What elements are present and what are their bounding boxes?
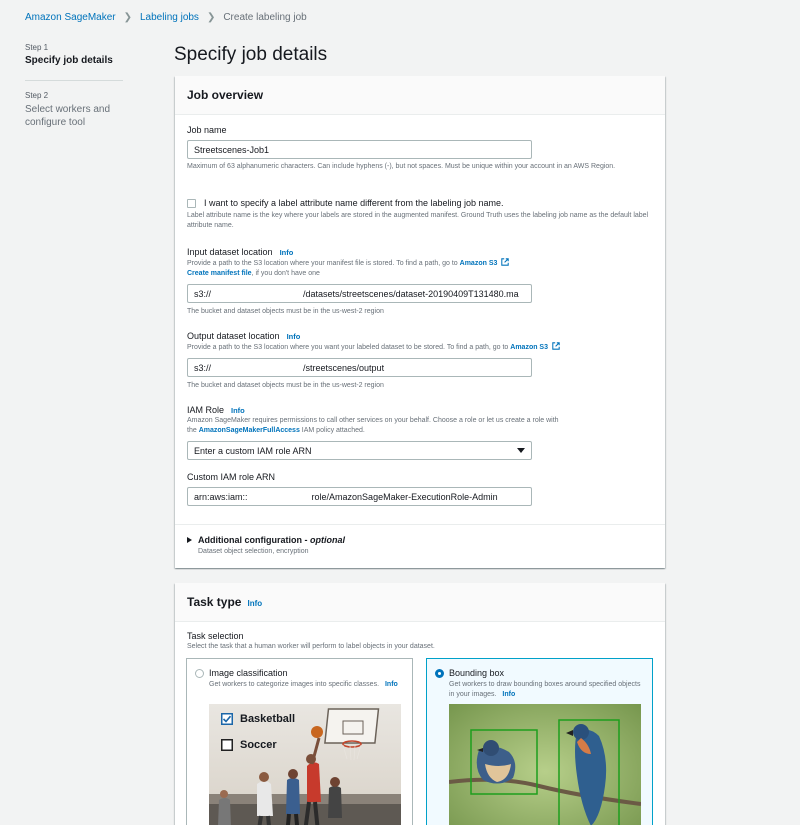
page-title: Specify job details	[174, 44, 328, 65]
input-dataset-prefix: s3://	[194, 288, 212, 299]
iam-role-select[interactable]: Enter a custom IAM role ARN	[187, 441, 532, 460]
task-type-title: Task type	[187, 595, 242, 609]
custom-iam-suffix: role/AmazonSageMaker-ExecutionRole-Admin	[311, 491, 498, 502]
custom-iam-label: Custom IAM role ARN	[187, 472, 276, 482]
external-link-icon[interactable]	[501, 258, 510, 266]
output-dataset-hint: The bucket and dataset objects must be i…	[187, 382, 384, 389]
input-dataset-desc: Provide a path to the S3 location where …	[187, 258, 649, 279]
input-dataset-input[interactable]: s3:// /datasets/streetscenes/dataset-201…	[187, 284, 532, 303]
output-dataset-label: Output dataset location	[187, 331, 280, 341]
input-dataset-label: Input dataset location	[187, 247, 273, 257]
chevron-right-icon: ❯	[206, 12, 216, 23]
sagemaker-full-access-link[interactable]: AmazonSageMakerFullAccess	[199, 427, 300, 434]
task-type-panel: Task type Info Task selection Select the…	[175, 583, 665, 825]
iam-role-desc-suffix: IAM policy attached.	[301, 427, 365, 434]
bounding-box-desc-text: Get workers to draw bounding boxes aroun…	[449, 681, 641, 698]
soccer-option: Soccer	[221, 739, 277, 751]
image-classification-desc: Get workers to categorize images into sp…	[209, 680, 404, 690]
iam-role-desc: Amazon SageMaker requires permissions to…	[187, 416, 649, 436]
image-classification-info-link[interactable]: Info	[385, 681, 398, 688]
task-selection-field: Task selection Select the task that a hu…	[187, 631, 649, 652]
label-attribute-hint: Label attribute name is the key where yo…	[187, 212, 649, 229]
output-dataset-input[interactable]: s3:// /streetscenes/output	[187, 358, 532, 377]
breadcrumb-current: Create labeling job	[223, 12, 307, 23]
output-dataset-field: Output dataset location Info Provide a p…	[187, 331, 649, 391]
custom-iam-input[interactable]: arn:aws:iam:: role/AmazonSageMaker-Execu…	[187, 487, 532, 506]
task-type-header: Task type Info	[175, 583, 665, 622]
output-dataset-info-link[interactable]: Info	[287, 332, 301, 341]
iam-role-label: IAM Role	[187, 405, 225, 415]
step-2-title[interactable]: Select workers and configure tool	[25, 103, 123, 129]
tile-image-classification[interactable]: Image classification Get workers to cate…	[186, 658, 413, 825]
basketball-option: Basketball	[221, 713, 295, 725]
bounding-box-info-link[interactable]: Info	[502, 691, 515, 698]
checked-checkbox-icon	[221, 713, 233, 725]
input-dataset-field: Input dataset location Info Provide a pa…	[187, 247, 649, 317]
caret-right-icon	[187, 537, 192, 543]
step-1-title: Specify job details	[25, 55, 113, 66]
bounding-box-title: Bounding box	[449, 668, 505, 678]
amazon-s3-link[interactable]: Amazon S3	[460, 260, 498, 267]
iam-role-info-link[interactable]: Info	[231, 406, 245, 415]
job-overview-title: Job overview	[187, 88, 264, 102]
basketball-illustration: Basketball Soccer	[209, 704, 401, 825]
job-name-label: Job name	[187, 125, 227, 135]
input-dataset-desc-text: Provide a path to the S3 location where …	[187, 260, 458, 267]
breadcrumb-labeling-jobs[interactable]: Labeling jobs	[140, 12, 199, 23]
output-dataset-prefix: s3://	[194, 362, 212, 373]
breadcrumb: Amazon SageMaker ❯ Labeling jobs ❯ Creat…	[25, 12, 307, 23]
soccer-label: Soccer	[240, 739, 277, 751]
panel-divider	[175, 524, 665, 525]
amazon-s3-link-output[interactable]: Amazon S3	[510, 344, 548, 351]
output-dataset-desc-text: Provide a path to the S3 location where …	[187, 344, 509, 351]
job-overview-panel: Job overview Job name Streetscenes-Job1 …	[175, 76, 665, 568]
iam-role-field: IAM Role Info Amazon SageMaker requires …	[187, 405, 649, 460]
input-dataset-suffix: /datasets/streetscenes/dataset-20190409T…	[303, 288, 519, 299]
iam-role-desc-text: Amazon SageMaker requires permissions to…	[187, 417, 559, 424]
job-overview-header: Job overview	[175, 76, 665, 115]
birds-illustration	[449, 704, 641, 825]
step-1-label: Step 1	[25, 43, 49, 52]
bounding-box-desc: Get workers to draw bounding boxes aroun…	[449, 680, 644, 699]
output-dataset-desc: Provide a path to the S3 location where …	[187, 342, 649, 353]
label-attribute-field: I want to specify a label attribute name…	[187, 198, 649, 231]
step-divider	[25, 80, 123, 81]
job-name-hint: Maximum of 63 alphanumeric characters. C…	[187, 163, 616, 170]
iam-role-desc-the: the	[187, 427, 197, 434]
image-classification-desc-text: Get workers to categorize images into sp…	[209, 681, 380, 688]
create-manifest-link[interactable]: Create manifest file	[187, 270, 252, 277]
additional-config-title: Additional configuration -	[198, 535, 308, 545]
custom-iam-prefix: arn:aws:iam::	[194, 491, 248, 502]
tile-bounding-box[interactable]: Bounding box Get workers to draw boundin…	[426, 658, 653, 825]
additional-config-desc: Dataset object selection, encryption	[198, 548, 309, 555]
job-name-field: Job name Streetscenes-Job1 Maximum of 63…	[187, 125, 649, 172]
additional-config-optional: optional	[310, 535, 346, 545]
input-dataset-info-link[interactable]: Info	[280, 248, 294, 257]
external-link-icon[interactable]	[552, 342, 560, 350]
output-dataset-suffix: /streetscenes/output	[303, 362, 385, 373]
additional-config-expander[interactable]: Additional configuration - optional Data…	[187, 535, 660, 557]
unchecked-checkbox-icon	[221, 739, 233, 751]
wizard-steps: Step 1 Specify job details Step 2 Select…	[25, 43, 123, 129]
image-classification-title: Image classification	[209, 668, 288, 678]
breadcrumb-sagemaker[interactable]: Amazon SageMaker	[25, 12, 116, 23]
step-2-label: Step 2	[25, 91, 49, 100]
chevron-right-icon: ❯	[123, 12, 132, 23]
basketball-label: Basketball	[240, 713, 296, 725]
label-attribute-checkbox[interactable]	[187, 198, 196, 208]
label-attribute-label: I want to specify a label attribute name…	[204, 198, 504, 208]
task-type-info-link[interactable]: Info	[247, 599, 262, 608]
task-selection-desc: Select the task that a human worker will…	[187, 643, 435, 650]
bounding-box-radio[interactable]	[435, 669, 444, 678]
birds-scene-image	[449, 704, 641, 825]
image-classification-radio[interactable]	[195, 669, 204, 678]
custom-iam-field: Custom IAM role ARN arn:aws:iam:: role/A…	[187, 472, 532, 506]
create-manifest-suffix: , if you don't have one	[251, 270, 320, 277]
input-dataset-hint: The bucket and dataset objects must be i…	[187, 308, 384, 315]
job-name-input[interactable]: Streetscenes-Job1	[187, 140, 532, 159]
task-selection-label: Task selection	[187, 631, 244, 641]
iam-role-selected: Enter a custom IAM role ARN	[194, 445, 312, 456]
caret-down-icon	[517, 448, 525, 453]
